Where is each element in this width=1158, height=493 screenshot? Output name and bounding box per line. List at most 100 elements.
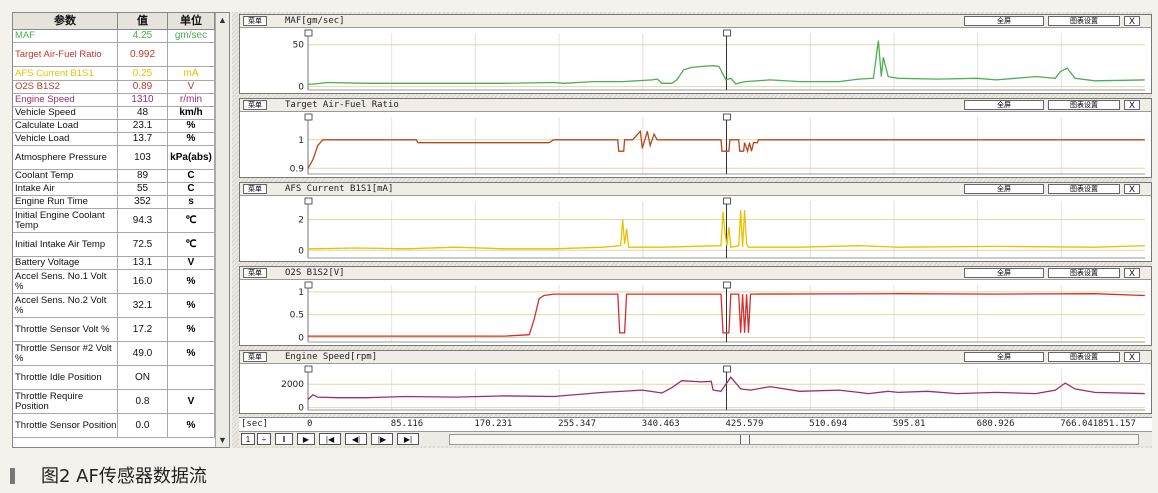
time-axis-unit: [sec]	[241, 419, 269, 429]
parameter-value: 72.5	[118, 233, 168, 256]
parameter-row[interactable]: AFS Current B1S1 0.25 mA	[13, 67, 215, 81]
graph-fullscreen-button[interactable]: 全屏	[964, 184, 1044, 194]
graph-select-button[interactable]: 菜单	[243, 184, 267, 194]
parameter-value: 13.1	[118, 257, 168, 269]
parameter-unit: %	[168, 342, 215, 365]
parameter-name: Accel Sens. No.2 Volt %	[13, 294, 118, 317]
time-tick-label: 255.347	[558, 419, 597, 429]
parameter-row[interactable]: Throttle Sensor #2 Volt % 49.0%	[13, 342, 215, 366]
graph-select-button[interactable]: 菜单	[243, 268, 267, 278]
parameter-row[interactable]: Initial Engine Coolant Temp 94.3 ℃	[13, 209, 215, 233]
graph-settings-button[interactable]: 图表设置	[1048, 184, 1120, 194]
timeline-scroll-thumb[interactable]	[740, 435, 750, 444]
parameter-row[interactable]: MAF 4.25 gm/sec	[13, 30, 215, 43]
graph-title: AFS Current B1S1[mA]	[285, 184, 394, 194]
graph-plot[interactable]: 0 50	[240, 29, 1151, 93]
parameter-row[interactable]: Initial Intake Air Temp 72.5 ℃	[13, 233, 215, 257]
play-button[interactable]: ▶	[297, 433, 315, 445]
parameter-unit: %	[168, 318, 215, 341]
header-unit[interactable]: 单位	[168, 13, 215, 29]
parameter-value: 0.89	[118, 81, 168, 93]
page-spinner[interactable]: ÷	[257, 433, 271, 445]
rewind-button[interactable]: ◀|	[345, 433, 367, 445]
graph-fullscreen-button[interactable]: 全屏	[964, 268, 1044, 278]
parameter-row[interactable]: Engine Run Time 352 s	[13, 196, 215, 209]
parameter-row[interactable]: O2S B1S2 0.89 V	[13, 81, 215, 94]
parameter-row[interactable]: Accel Sens. No.1 Volt % 16.0%	[13, 270, 215, 294]
parameter-name: Throttle Idle Position	[13, 366, 118, 389]
parameter-value: 0.8	[118, 390, 168, 413]
end-button[interactable]: ▶|	[397, 433, 419, 445]
parameter-name: O2S B1S2	[13, 81, 118, 93]
time-tick-label: 595.81	[892, 419, 926, 429]
caption-bar	[10, 468, 15, 484]
parameter-row[interactable]: Throttle Sensor Position 0.0%	[13, 414, 215, 438]
pause-button[interactable]: ‖	[275, 433, 293, 445]
parameter-row[interactable]: Coolant Temp 89 C	[13, 170, 215, 183]
parameter-unit: C	[168, 170, 215, 182]
graph-close-button[interactable]: X	[1124, 352, 1140, 362]
graph-panel: 菜单 AFS Current B1S1[mA] 全屏 图表设置 X 0 2	[239, 182, 1152, 262]
graph-title-bar: 菜单 Target Air-Fuel Ratio 全屏 图表设置 X	[240, 99, 1151, 112]
parameter-row[interactable]: Intake Air 55 C	[13, 183, 215, 196]
graph-select-button[interactable]: 菜单	[243, 100, 267, 110]
graph-close-button[interactable]: X	[1124, 100, 1140, 110]
parameter-row[interactable]: Vehicle Load 13.7%	[13, 133, 215, 146]
parameter-row[interactable]: Vehicle Speed 48 km/h	[13, 107, 215, 120]
graph-title-bar: 菜单 AFS Current B1S1[mA] 全屏 图表设置 X	[240, 183, 1151, 196]
graph-settings-button[interactable]: 图表设置	[1048, 352, 1120, 362]
timeline-scrollbar[interactable]	[449, 434, 1139, 445]
graph-fullscreen-button[interactable]: 全屏	[964, 352, 1044, 362]
time-tick-label: 680.926	[976, 419, 1015, 429]
parameter-row[interactable]: Engine Speed 1310 r/min	[13, 94, 215, 107]
graph-plot[interactable]: 0 2000	[240, 365, 1151, 413]
parameter-name: AFS Current B1S1	[13, 67, 118, 80]
y-tick-label: 2	[298, 215, 304, 225]
parameter-row[interactable]: Target Air-Fuel Ratio 0.992	[13, 43, 215, 67]
graph-plot[interactable]: 00.51	[240, 281, 1151, 345]
graph-settings-button[interactable]: 图表设置	[1048, 16, 1120, 26]
table-scrollbar[interactable]: ▲ ▼	[215, 13, 229, 447]
parameter-unit: mA	[168, 67, 215, 80]
graph-close-button[interactable]: X	[1124, 184, 1140, 194]
header-value[interactable]: 值	[118, 13, 168, 29]
y-tick-label: 0.5	[290, 311, 304, 321]
parameter-row[interactable]: Throttle Sensor Volt % 17.2%	[13, 318, 215, 342]
start-marker-icon	[304, 281, 313, 289]
step-back-button[interactable]: |◀	[319, 433, 341, 445]
graph-settings-button[interactable]: 图表设置	[1048, 268, 1120, 278]
parameter-row[interactable]: Throttle Idle Position ON	[13, 366, 215, 390]
graph-close-button[interactable]: X	[1124, 268, 1140, 278]
parameter-value: 23.1	[118, 120, 168, 132]
y-tick-label: 0	[298, 246, 304, 256]
graph-fullscreen-button[interactable]: 全屏	[964, 16, 1044, 26]
parameter-row[interactable]: Battery Voltage 13.1 V	[13, 257, 215, 270]
parameter-unit: %	[168, 414, 215, 437]
scroll-up-icon[interactable]: ▲	[218, 15, 227, 25]
scanner-window: 参数 值 单位 MAF 4.25 gm/sec Target Air-Fuel Rat…	[12, 12, 1152, 448]
scroll-down-icon[interactable]: ▼	[218, 435, 227, 445]
parameter-row[interactable]: Accel Sens. No.2 Volt % 32.1%	[13, 294, 215, 318]
parameter-table-header: 参数 值 单位	[13, 13, 229, 30]
graph-plot[interactable]: 0.91	[240, 113, 1151, 177]
parameter-row[interactable]: Calculate Load 23.1%	[13, 120, 215, 133]
time-axis: [sec] 0 85.116 170.231 255.347 340.463 425.57…	[239, 417, 1152, 431]
page-number[interactable]: 1	[241, 433, 255, 445]
parameter-value: 89	[118, 170, 168, 182]
step-forward-button[interactable]: |▶	[371, 433, 393, 445]
parameter-value: 55	[118, 183, 168, 195]
parameter-unit: V	[168, 257, 215, 269]
parameter-row[interactable]: Atmosphere Pressure 103 kPa(abs)	[13, 146, 215, 170]
parameter-unit: C	[168, 183, 215, 195]
parameter-value: 4.25	[118, 30, 168, 42]
header-parameter[interactable]: 参数	[13, 13, 118, 29]
graph-select-button[interactable]: 菜单	[243, 16, 267, 26]
graph-close-button[interactable]: X	[1124, 16, 1140, 26]
parameter-unit: kPa(abs)	[168, 146, 215, 169]
graph-plot[interactable]: 02	[240, 197, 1151, 261]
graph-settings-button[interactable]: 图表设置	[1048, 100, 1120, 110]
parameter-row[interactable]: Throttle Require Position 0.8 V	[13, 390, 215, 414]
graph-select-button[interactable]: 菜单	[243, 352, 267, 362]
graph-title-bar: 菜单 O2S B1S2[V] 全屏 图表设置 X	[240, 267, 1151, 280]
graph-fullscreen-button[interactable]: 全屏	[964, 100, 1044, 110]
